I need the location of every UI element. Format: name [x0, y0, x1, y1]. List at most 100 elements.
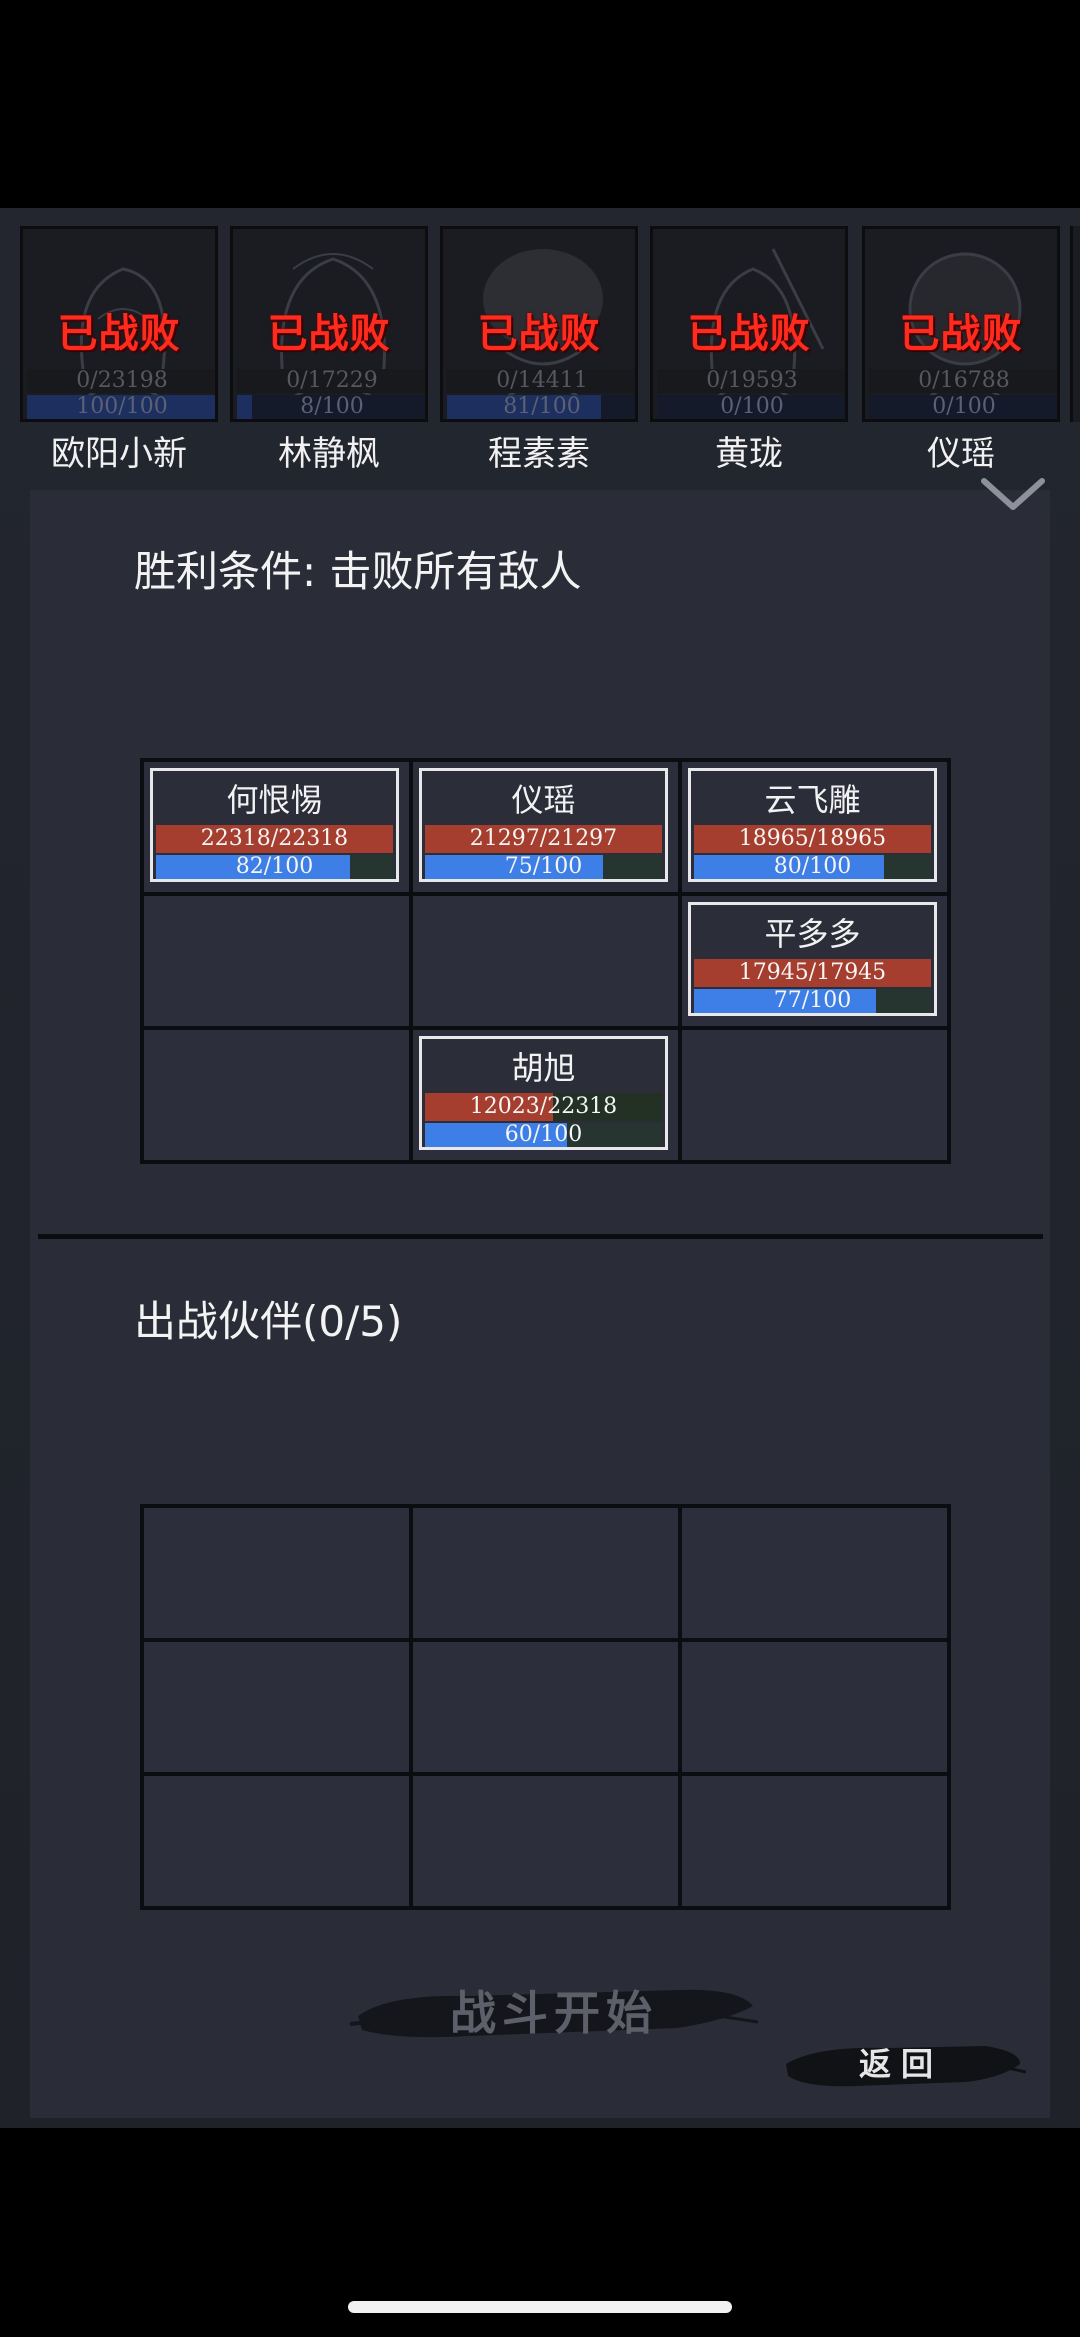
mp-text: 77/100 — [773, 989, 852, 1013]
unit-mp-bar: 80/100 — [694, 855, 931, 879]
hp-text: 17945/17945 — [738, 960, 887, 985]
enemy-name: 黄珑 — [715, 434, 783, 472]
enemy-name: 欧阳小新 — [51, 434, 187, 472]
enemy-mp-bar: 100/100 — [27, 395, 215, 419]
chevron-down-icon[interactable] — [978, 475, 1048, 515]
partner-slot[interactable] — [413, 1776, 678, 1906]
enemy-hp-bar: 0/17229 — [237, 368, 425, 393]
enemy-card[interactable]: 已战败 0/17229 8/100 林静枫 — [230, 226, 428, 472]
unit-hp-bar: 22318/22318 — [156, 825, 393, 853]
enemy-unit-card[interactable]: 胡旭 12023/22318 60/100 — [419, 1036, 668, 1150]
hp-text: 0/14411 — [496, 368, 588, 393]
unit-mp-bar: 82/100 — [156, 855, 393, 879]
mp-text: 60/100 — [504, 1123, 583, 1147]
hp-text: 12023/22318 — [469, 1094, 618, 1119]
unit-name: 平多多 — [764, 915, 861, 953]
enemy-hp-bar: 0/14411 — [447, 368, 635, 393]
unit-name: 何恨惕 — [226, 781, 323, 819]
start-battle-button[interactable]: 战斗开始 — [348, 1976, 760, 2050]
enemy-mp-bar: 0/100 — [657, 395, 845, 419]
section-divider — [38, 1234, 1043, 1239]
mp-text: 100/100 — [76, 395, 168, 419]
enemy-mp-bar: 8/100 — [237, 395, 425, 419]
mp-text: 0/100 — [932, 395, 996, 419]
enemy-mp-bar: 81/100 — [447, 395, 635, 419]
mp-text: 8/100 — [300, 395, 364, 419]
grid-cell: 平多多 17945/17945 77/100 — [682, 896, 947, 1026]
grid-cell: 胡旭 12023/22318 60/100 — [413, 1030, 678, 1160]
grid-cell: 何恨惕 22318/22318 82/100 — [144, 762, 409, 892]
enemy-roster-strip: 已战败 0/23198 100/100 欧阳小新 已战败 0/17229 8/1… — [0, 222, 1080, 472]
enemy-card-partial[interactable] — [1070, 226, 1080, 422]
enemy-hp-bar: 0/16788 — [869, 368, 1057, 393]
home-indicator[interactable] — [348, 2301, 732, 2313]
mp-text: 80/100 — [773, 855, 852, 879]
grid-cell-empty — [144, 1030, 409, 1160]
defeated-label: 已战败 — [57, 311, 181, 357]
hp-text: 21297/21297 — [469, 826, 618, 851]
hp-text: 0/16788 — [918, 368, 1010, 393]
start-battle-label: 战斗开始 — [450, 1986, 658, 2040]
partner-slot[interactable] — [682, 1776, 947, 1906]
unit-mp-bar: 60/100 — [425, 1123, 662, 1147]
grid-cell-empty — [144, 896, 409, 1026]
mp-text: 0/100 — [720, 395, 784, 419]
grid-cell: 云飞雕 18965/18965 80/100 — [682, 762, 947, 892]
back-button[interactable]: 返回 — [776, 2034, 1026, 2094]
enemy-name: 仪瑶 — [927, 434, 995, 472]
partner-slot[interactable] — [682, 1508, 947, 1638]
partner-slot[interactable] — [144, 1642, 409, 1772]
enemy-card[interactable]: 已战败 0/23198 100/100 欧阳小新 — [20, 226, 218, 472]
enemy-hp-bar: 0/19593 — [657, 368, 845, 393]
hp-text: 18965/18965 — [738, 826, 887, 851]
hp-text: 0/17229 — [286, 368, 378, 393]
partner-slot[interactable] — [144, 1776, 409, 1906]
enemy-unit-card[interactable]: 云飞雕 18965/18965 80/100 — [688, 768, 937, 882]
unit-hp-bar: 18965/18965 — [694, 825, 931, 853]
hp-text: 0/19593 — [706, 368, 798, 393]
victory-condition-title: 胜利条件: 击败所有敌人 — [134, 547, 582, 596]
defeated-label: 已战败 — [687, 311, 811, 357]
enemy-mp-bar: 0/100 — [869, 395, 1057, 419]
enemy-name: 程素素 — [488, 434, 590, 472]
partner-slot[interactable] — [144, 1508, 409, 1638]
status-bar-area — [0, 0, 1080, 208]
unit-mp-bar: 77/100 — [694, 989, 931, 1013]
back-label: 返回 — [858, 2045, 943, 2083]
enemy-portrait: 已战败 0/14411 81/100 — [440, 226, 638, 422]
enemy-formation-grid: 何恨惕 22318/22318 82/100 仪瑶 21297/21297 75… — [140, 758, 951, 1164]
enemy-portrait: 已战败 0/17229 8/100 — [230, 226, 428, 422]
hp-text: 0/23198 — [76, 368, 168, 393]
mp-text: 75/100 — [504, 855, 583, 879]
grid-cell-empty — [682, 1030, 947, 1160]
enemy-portrait: 已战败 0/23198 100/100 — [20, 226, 218, 422]
unit-name: 云飞雕 — [764, 781, 861, 819]
unit-mp-bar: 75/100 — [425, 855, 662, 879]
mp-text: 82/100 — [235, 855, 314, 879]
grid-cell-empty — [413, 896, 678, 1026]
enemy-portrait: 已战败 0/16788 0/100 — [862, 226, 1060, 422]
unit-hp-bar: 21297/21297 — [425, 825, 662, 853]
defeated-label: 已战败 — [267, 311, 391, 357]
enemy-name: 林静枫 — [278, 434, 380, 472]
mp-text: 81/100 — [503, 395, 581, 419]
partner-slot[interactable] — [413, 1642, 678, 1772]
unit-name: 胡旭 — [511, 1049, 576, 1087]
enemy-unit-card[interactable]: 何恨惕 22318/22318 82/100 — [150, 768, 399, 882]
unit-hp-bar: 17945/17945 — [694, 959, 931, 987]
enemy-card[interactable]: 已战败 0/19593 0/100 黄珑 — [650, 226, 848, 472]
enemy-hp-bar: 0/23198 — [27, 368, 215, 393]
enemy-unit-card[interactable]: 仪瑶 21297/21297 75/100 — [419, 768, 668, 882]
enemy-portrait: 已战败 0/19593 0/100 — [650, 226, 848, 422]
partner-formation-grid — [140, 1504, 951, 1910]
enemy-card[interactable]: 已战败 0/16788 0/100 仪瑶 — [862, 226, 1060, 472]
partners-title: 出战伙伴(0/5) — [134, 1297, 403, 1346]
partner-slot[interactable] — [682, 1642, 947, 1772]
unit-name: 仪瑶 — [511, 781, 576, 819]
partner-slot[interactable] — [413, 1508, 678, 1638]
enemy-unit-card[interactable]: 平多多 17945/17945 77/100 — [688, 902, 937, 1016]
grid-cell: 仪瑶 21297/21297 75/100 — [413, 762, 678, 892]
defeated-label: 已战败 — [899, 311, 1023, 357]
enemy-card[interactable]: 已战败 0/14411 81/100 程素素 — [440, 226, 638, 472]
hp-text: 22318/22318 — [200, 826, 349, 851]
